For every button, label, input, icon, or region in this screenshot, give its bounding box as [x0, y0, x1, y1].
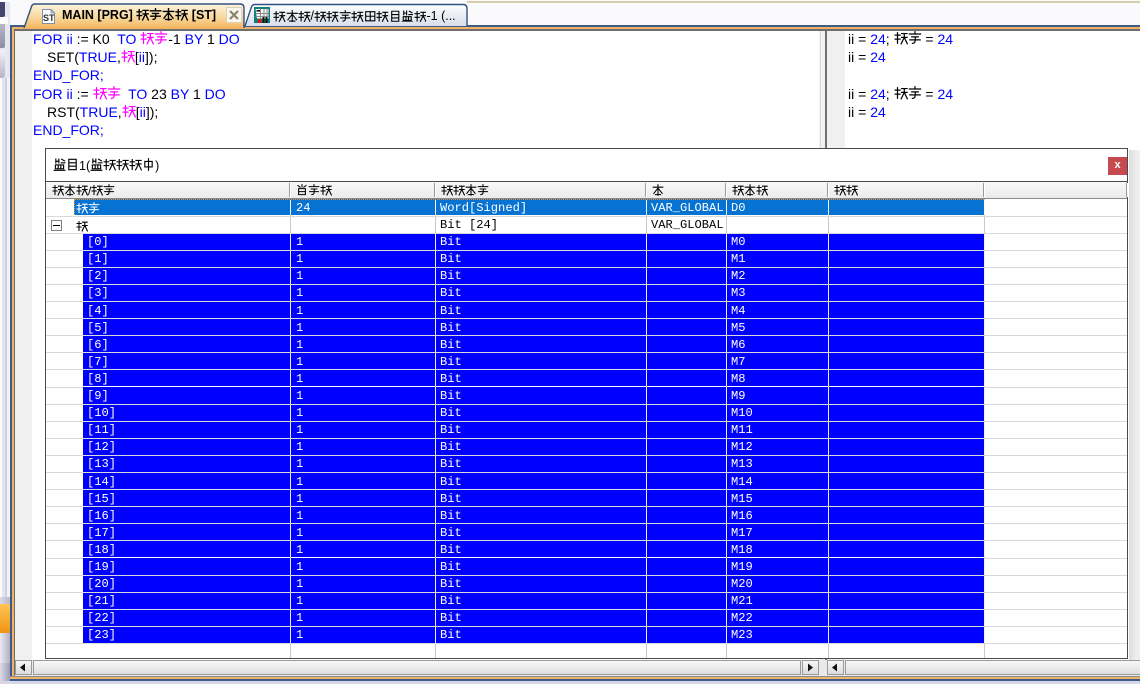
svg-text:ST: ST — [43, 13, 55, 23]
